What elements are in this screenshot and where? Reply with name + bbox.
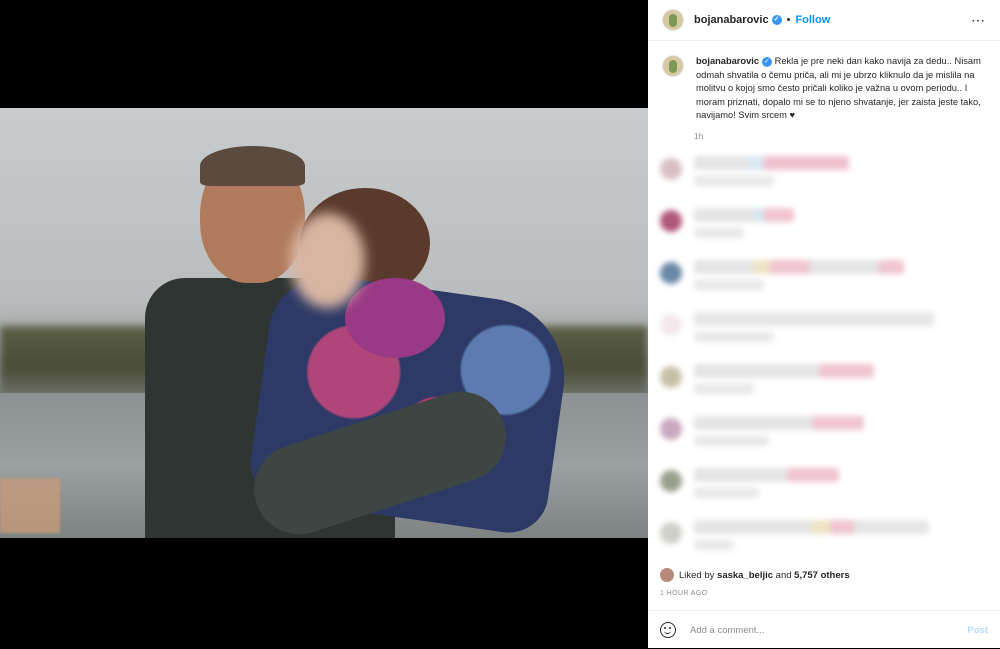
comment-text-blurred <box>694 312 934 326</box>
emoji-icon[interactable] <box>660 622 676 638</box>
comment-item <box>648 410 1000 462</box>
comment-meta-blurred <box>694 384 754 394</box>
comment-item <box>648 254 1000 306</box>
likes-mid: and <box>775 569 792 581</box>
comment-avatar <box>660 418 682 440</box>
comment-item <box>648 462 1000 514</box>
comment-avatar <box>660 366 682 388</box>
comment-meta-blurred <box>694 332 774 342</box>
post-comment-button[interactable]: Post <box>967 625 988 636</box>
jacket-fur-collar <box>345 278 445 358</box>
comment-item <box>648 514 1000 560</box>
author-avatar[interactable] <box>662 9 684 31</box>
author-username[interactable]: bojanabarovic ✓ <box>694 14 782 26</box>
post-caption: bojanabarovic ✓ Rekla je pre neki dan kak… <box>648 41 1000 123</box>
caption-author-avatar[interactable] <box>662 55 684 77</box>
girl-face-blurred <box>290 213 365 308</box>
post-photo[interactable] <box>0 108 648 538</box>
comment-avatar <box>660 158 682 180</box>
comment-item <box>648 202 1000 254</box>
more-options-icon[interactable]: ⋯ <box>971 12 986 29</box>
post-header: bojanabarovic ✓ • Follow ⋯ <box>648 0 1000 41</box>
add-comment-bar: Post <box>648 610 1000 649</box>
comment-meta-blurred <box>694 540 734 550</box>
liker-avatar[interactable] <box>660 568 674 582</box>
verified-badge-icon: ✓ <box>771 15 782 26</box>
comment-item <box>648 306 1000 358</box>
comment-text-blurred <box>694 260 904 274</box>
comment-meta-blurred <box>694 280 764 290</box>
comment-meta-blurred <box>694 176 774 186</box>
caption-username[interactable]: bojanabarovic <box>696 56 759 66</box>
caption-time: 1h <box>694 130 704 141</box>
comment-avatar <box>660 314 682 336</box>
comments-list-blurred <box>648 150 1000 560</box>
caption-text-block: bojanabarovic ✓ Rekla je pre neki dan kak… <box>696 55 986 123</box>
comment-meta-blurred <box>694 488 759 498</box>
comment-text-blurred <box>694 520 929 534</box>
comment-item <box>648 150 1000 202</box>
comment-input[interactable] <box>688 623 952 637</box>
separator-dot: • <box>786 14 791 26</box>
follow-button[interactable]: Follow <box>795 14 830 26</box>
liker-username[interactable]: saska_beljic <box>717 570 773 581</box>
comment-text-blurred <box>694 468 839 482</box>
comment-avatar <box>660 522 682 544</box>
comment-meta-blurred <box>694 228 744 238</box>
comment-text-blurred <box>694 208 794 222</box>
comment-avatar <box>660 210 682 232</box>
background-dock <box>0 478 60 533</box>
comment-avatar <box>660 470 682 492</box>
comment-text-blurred <box>694 416 864 430</box>
comment-meta-blurred <box>694 436 769 446</box>
caption-verified-badge-icon: ✓ <box>762 56 773 67</box>
comment-text-blurred <box>694 156 849 170</box>
comment-text-blurred <box>694 364 874 378</box>
post-media <box>0 0 648 648</box>
comment-item <box>648 358 1000 410</box>
side-panel: bojanabarovic ✓ • Follow ⋯ bojanabarovic ✓… <box>648 0 1000 648</box>
comment-avatar <box>660 262 682 284</box>
posted-time: 1 HOUR AGO <box>660 590 708 597</box>
man-hair <box>200 146 305 186</box>
likes-summary: Liked by saska_beljic and 5,757 others <box>660 568 850 582</box>
likes-prefix: Liked by <box>679 569 715 581</box>
instagram-post-view: bojanabarovic ✓ • Follow ⋯ bojanabarovic ✓… <box>0 0 1000 648</box>
likes-count[interactable]: 5,757 others <box>794 570 849 581</box>
